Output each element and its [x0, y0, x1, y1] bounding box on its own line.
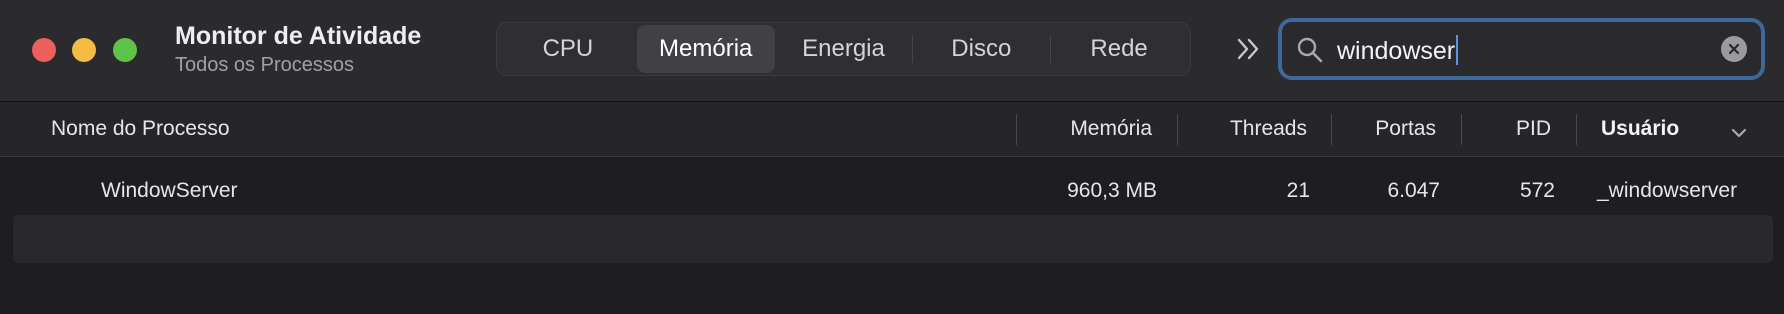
sort-chevron-down-icon[interactable] [1730, 122, 1748, 138]
tab-cpu[interactable]: CPU [499, 25, 637, 73]
column-header-ports[interactable]: Portas [1375, 117, 1436, 141]
text-caret [1456, 35, 1459, 65]
tab-memoria[interactable]: Memória [636, 25, 775, 73]
column-header-process-name[interactable]: Nome do Processo [51, 117, 230, 141]
activity-monitor-window: Monitor de Atividade Todos os Processos … [0, 0, 1784, 314]
column-divider[interactable] [1331, 114, 1332, 145]
toolbar: Monitor de Atividade Todos os Processos … [0, 0, 1784, 102]
magnifying-glass-icon [1296, 36, 1324, 64]
window-title: Monitor de Atividade [175, 22, 422, 50]
column-header-threads[interactable]: Threads [1230, 117, 1307, 141]
tab-bar: CPU Memória Energia Disco Rede [496, 22, 1191, 76]
zoom-window-button[interactable] [113, 38, 137, 62]
cell-ports: 6.047 [1387, 179, 1440, 202]
search-field[interactable]: windowser [1278, 18, 1765, 80]
tab-energia[interactable]: Energia [775, 25, 913, 73]
column-divider[interactable] [1461, 114, 1462, 145]
column-header-user[interactable]: Usuário [1601, 117, 1679, 141]
close-window-button[interactable] [32, 38, 56, 62]
window-subtitle: Todos os Processos [175, 54, 354, 76]
chevron-double-right-icon[interactable] [1234, 34, 1264, 64]
cell-threads: 21 [1286, 179, 1310, 202]
tab-disco[interactable]: Disco [912, 25, 1050, 73]
minimize-window-button[interactable] [72, 38, 96, 62]
column-header-pid[interactable]: PID [1516, 117, 1551, 141]
table-row[interactable]: WindowServer 960,3 MB 21 6.047 572 _wind… [0, 157, 1784, 215]
empty-table-row [13, 215, 1773, 263]
column-divider[interactable] [1016, 114, 1017, 145]
cell-process-name: WindowServer [101, 179, 238, 202]
search-input[interactable]: windowser [1337, 35, 1459, 66]
cell-pid: 572 [1519, 179, 1555, 202]
clear-x-icon[interactable] [1721, 36, 1747, 62]
column-header-memory[interactable]: Memória [1070, 117, 1152, 141]
tab-rede[interactable]: Rede [1050, 25, 1188, 73]
column-divider[interactable] [1576, 114, 1577, 145]
cell-user: _windowserver [1597, 179, 1738, 202]
table-header: Nome do Processo Memória Threads Portas … [0, 102, 1784, 157]
column-divider[interactable] [1177, 114, 1178, 145]
search-input-value: windowser [1337, 37, 1456, 65]
cell-memory: 960,3 MB [1067, 179, 1157, 202]
